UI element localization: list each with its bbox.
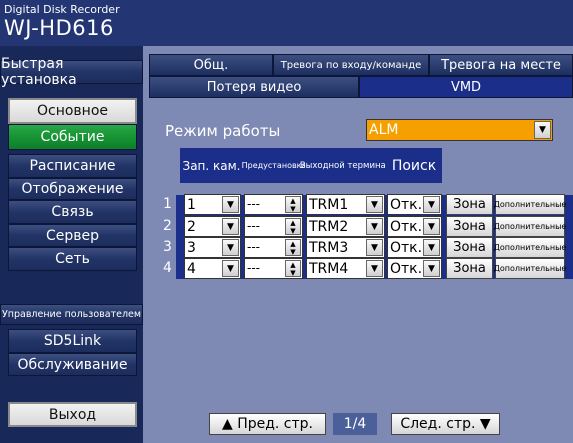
- zone-button[interactable]: Зона: [446, 194, 493, 215]
- search-value: Отк.: [390, 240, 423, 256]
- preset-value: ---: [247, 197, 260, 211]
- search-select[interactable]: Отк. ▼: [387, 194, 442, 215]
- quick-setup-button[interactable]: Быстрая установка: [0, 56, 143, 88]
- preset-value: ---: [247, 240, 260, 254]
- sidebar-item-network[interactable]: Сеть: [8, 247, 137, 271]
- sidebar-item-event[interactable]: Событие: [8, 124, 137, 150]
- preset-stepper[interactable]: --- ▲ ▼: [244, 216, 303, 237]
- dropdown-arrow-icon[interactable]: ▼: [222, 239, 239, 256]
- operation-mode-select[interactable]: ALM ▼: [366, 119, 553, 141]
- dropdown-arrow-icon[interactable]: ▼: [366, 239, 383, 256]
- camera-value: 3: [187, 240, 196, 256]
- sidebar: Быстрая установка Основное Событие Распи…: [0, 46, 143, 443]
- preset-stepper[interactable]: --- ▲ ▼: [244, 194, 303, 215]
- tab-general[interactable]: Общ.: [149, 54, 273, 76]
- search-select[interactable]: Отк. ▼: [387, 237, 442, 258]
- sidebar-item-sd5link[interactable]: SD5Link: [8, 329, 137, 353]
- zone-button[interactable]: Зона: [446, 237, 493, 258]
- col-header-terminal: Выходной терминал: [300, 148, 391, 183]
- terminal-select[interactable]: TRM4 ▼: [306, 258, 385, 279]
- zone-button[interactable]: Зона: [446, 258, 493, 279]
- sidebar-item-user-mgmt[interactable]: Управление пользователем: [0, 304, 143, 325]
- sidebar-item-comm[interactable]: Связь: [8, 200, 137, 224]
- search-select[interactable]: Отк. ▼: [387, 216, 442, 237]
- terminal-value: TRM3: [309, 240, 349, 256]
- tab-video-loss[interactable]: Потеря видео: [149, 76, 359, 98]
- col-header-search: Поиск: [386, 148, 442, 183]
- operation-mode-value: ALM: [369, 122, 399, 138]
- row-number: 2: [163, 218, 172, 234]
- camera-value: 1: [187, 197, 196, 213]
- dropdown-arrow-icon[interactable]: ▼: [423, 196, 440, 213]
- preset-stepper[interactable]: --- ▲ ▼: [244, 237, 303, 258]
- tab-vmd[interactable]: VMD: [359, 76, 573, 98]
- advanced-button[interactable]: Дополнительные: [494, 258, 566, 279]
- main-panel: Общ. Тревога по входу/команде Тревога на…: [143, 46, 573, 443]
- tab-local-alarm[interactable]: Тревога на месте: [429, 54, 573, 76]
- page-indicator: 1/4: [333, 413, 377, 435]
- dropdown-arrow-icon[interactable]: ▼: [534, 121, 551, 139]
- stepper-arrows-icon[interactable]: ▲ ▼: [285, 196, 301, 213]
- brand-name: Digital Disk Recorder: [4, 3, 120, 16]
- dropdown-arrow-icon[interactable]: ▼: [423, 239, 440, 256]
- preset-stepper[interactable]: --- ▲ ▼: [244, 258, 303, 279]
- stepper-arrows-icon[interactable]: ▲ ▼: [285, 239, 301, 256]
- dropdown-arrow-icon[interactable]: ▼: [222, 218, 239, 235]
- dropdown-arrow-icon[interactable]: ▼: [366, 260, 383, 277]
- terminal-value: TRM2: [309, 219, 349, 235]
- sidebar-item-schedule[interactable]: Расписание: [8, 154, 137, 178]
- sidebar-item-maintenance[interactable]: Обслуживание: [8, 353, 137, 376]
- col-header-preset: Предустановка: [242, 148, 306, 183]
- camera-select[interactable]: 1 ▼: [184, 194, 241, 215]
- row-number: 1: [163, 196, 172, 212]
- preset-value: ---: [247, 261, 260, 275]
- terminal-select[interactable]: TRM2 ▼: [306, 216, 385, 237]
- terminal-value: TRM1: [309, 197, 349, 213]
- search-select[interactable]: Отк. ▼: [387, 258, 442, 279]
- row-number: 3: [163, 239, 172, 255]
- stepper-arrows-icon[interactable]: ▲ ▼: [285, 260, 301, 277]
- terminal-select[interactable]: TRM3 ▼: [306, 237, 385, 258]
- dropdown-arrow-icon[interactable]: ▼: [222, 260, 239, 277]
- advanced-button[interactable]: Дополнительные: [494, 216, 566, 237]
- model-name: WJ-HD616: [4, 16, 114, 40]
- prev-page-button[interactable]: ▲ Пред. стр.: [209, 413, 326, 435]
- sidebar-item-display[interactable]: Отображение: [8, 178, 137, 200]
- advanced-button[interactable]: Дополнительные: [494, 237, 566, 258]
- app-header: Digital Disk Recorder WJ-HD616: [0, 0, 573, 46]
- camera-select[interactable]: 4 ▼: [184, 258, 241, 279]
- dropdown-arrow-icon[interactable]: ▼: [423, 218, 440, 235]
- zone-button[interactable]: Зона: [446, 216, 493, 237]
- exit-button[interactable]: Выход: [8, 402, 137, 427]
- operation-mode-label: Режим работы: [165, 122, 281, 140]
- tab-input-alarm[interactable]: Тревога по входу/команде: [273, 54, 429, 76]
- dropdown-arrow-icon[interactable]: ▼: [423, 260, 440, 277]
- terminal-select[interactable]: TRM1 ▼: [306, 194, 385, 215]
- row-number: 4: [163, 260, 172, 276]
- search-value: Отк.: [390, 197, 423, 213]
- dropdown-arrow-icon[interactable]: ▼: [366, 196, 383, 213]
- advanced-button[interactable]: Дополнительные: [494, 194, 566, 215]
- preset-value: ---: [247, 219, 260, 233]
- col-header-camera: Зап. кам.: [180, 148, 243, 183]
- next-page-button[interactable]: След. стр. ▼: [391, 413, 500, 435]
- terminal-value: TRM4: [309, 261, 349, 277]
- dropdown-arrow-icon[interactable]: ▼: [222, 196, 239, 213]
- dropdown-arrow-icon[interactable]: ▼: [366, 218, 383, 235]
- search-value: Отк.: [390, 219, 423, 235]
- sidebar-item-basic[interactable]: Основное: [8, 98, 137, 124]
- camera-select[interactable]: 2 ▼: [184, 216, 241, 237]
- camera-value: 4: [187, 261, 196, 277]
- camera-select[interactable]: 3 ▼: [184, 237, 241, 258]
- camera-value: 2: [187, 219, 196, 235]
- stepper-arrows-icon[interactable]: ▲ ▼: [285, 218, 301, 235]
- sidebar-item-server[interactable]: Сервер: [8, 224, 137, 247]
- search-value: Отк.: [390, 261, 423, 277]
